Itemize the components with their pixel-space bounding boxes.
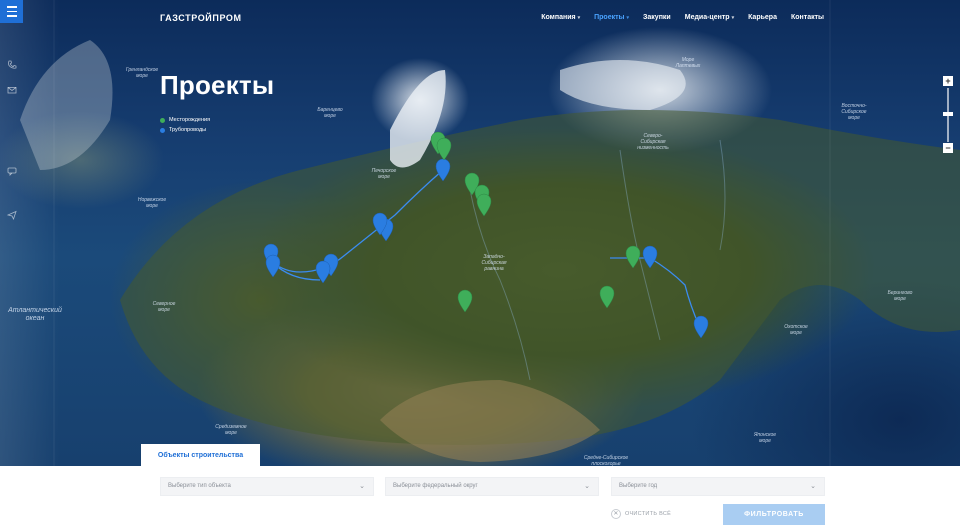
year-select[interactable]: Выберите год ⌄ <box>611 477 825 496</box>
deposit-dot-icon <box>160 117 165 123</box>
sea-label: Северное море <box>152 301 176 313</box>
legend-label: Месторождения <box>169 117 211 123</box>
region-label: Средне-Сибирское плоскогорье <box>583 455 629 466</box>
ocean-label: Атлантический океан <box>8 307 62 322</box>
projects-map[interactable]: Гренландское море Баренцево море Печорское… <box>0 0 960 466</box>
clear-all-label: ОЧИСТИТЬ ВСЁ <box>625 511 672 517</box>
sea-label: Восточно- Сибирское море <box>841 103 867 121</box>
sea-label: Охотское море <box>784 324 808 336</box>
chevron-down-icon: ▾ <box>577 15 581 21</box>
burger-line <box>6 6 17 8</box>
map-legend: Месторождения Трубопроводы <box>160 117 210 137</box>
sea-label: Печорское море <box>371 168 397 180</box>
filter-submit-button[interactable]: ФИЛЬТРОВАТЬ <box>723 504 825 525</box>
site-header: ГАЗСТРОЙПРОМ Компания ▾ Проекты ▾ Закупки … <box>0 0 960 38</box>
nav-label: Закупки <box>643 14 671 21</box>
nav-label: Проекты <box>594 14 625 21</box>
sea-label: Берингово море <box>887 290 913 302</box>
close-icon: ✕ <box>611 509 621 519</box>
sea-label: Японское море <box>753 432 777 444</box>
sea-label: Море Лаптевых <box>675 57 701 69</box>
main-nav: Компания ▾ Проекты ▾ Закупки Медиа-центр ▾ … <box>541 14 824 21</box>
sea-label: Норвежское море <box>137 197 167 209</box>
phone-icon[interactable] <box>7 60 17 70</box>
legend-item-pipelines[interactable]: Трубопроводы <box>160 127 210 133</box>
object-type-select[interactable]: Выберите тип объекта ⌄ <box>160 477 374 496</box>
select-placeholder: Выберите год <box>619 483 658 489</box>
zoom-in-button[interactable]: + <box>943 76 953 86</box>
send-icon[interactable] <box>6 210 17 221</box>
nav-label: Компания <box>541 14 576 21</box>
sea-label: Баренцево море <box>317 107 343 119</box>
burger-line <box>6 15 17 17</box>
logo[interactable]: ГАЗСТРОЙПРОМ <box>160 13 242 23</box>
legend-item-deposits[interactable]: Месторождения <box>160 117 210 123</box>
zoom-out-button[interactable]: − <box>943 143 953 153</box>
clear-all-button[interactable]: ✕ ОЧИСТИТЬ ВСЁ <box>611 509 671 519</box>
nav-contacts[interactable]: Контакты <box>791 14 824 21</box>
sea-label: Средиземное море <box>215 424 247 436</box>
filter-panel: Выберите тип объекта ⌄ Выберите федераль… <box>0 466 960 531</box>
nav-label: Контакты <box>790 14 824 21</box>
select-placeholder: Выберите федеральный округ <box>393 483 478 489</box>
chevron-down-icon: ⌄ <box>359 483 365 490</box>
page-title: Проекты <box>160 70 275 100</box>
tab-construction-objects[interactable]: Объекты строительства <box>141 444 260 466</box>
mail-icon[interactable] <box>7 85 17 95</box>
pipeline-dot-icon <box>160 127 165 133</box>
sea-label: Гренландское море <box>125 67 159 79</box>
nav-company[interactable]: Компания ▾ <box>541 14 580 21</box>
chevron-down-icon: ▾ <box>626 15 630 21</box>
nav-label: Медиа-центр <box>684 14 730 21</box>
burger-line <box>6 10 17 13</box>
region-label: Западно- Сибирская равнина <box>481 254 507 272</box>
menu-burger-button[interactable] <box>0 0 23 23</box>
nav-procurement[interactable]: Закупки <box>643 14 671 21</box>
nav-career[interactable]: Карьера <box>748 14 777 21</box>
nav-projects[interactable]: Проекты ▾ <box>594 14 629 21</box>
zoom-control: + − <box>943 76 953 153</box>
region-label: Северо- Сибирская низменность <box>637 133 669 151</box>
nav-media-center[interactable]: Медиа-центр ▾ <box>685 14 734 21</box>
select-placeholder: Выберите тип объекта <box>168 483 231 489</box>
chevron-down-icon: ⌄ <box>584 483 590 490</box>
nav-label: Карьера <box>748 14 777 21</box>
chat-icon[interactable] <box>7 166 17 176</box>
legend-label: Трубопроводы <box>169 127 207 133</box>
chevron-down-icon: ⌄ <box>810 483 816 490</box>
chevron-down-icon: ▾ <box>731 15 735 21</box>
zoom-slider-thumb[interactable] <box>943 112 953 116</box>
federal-district-select[interactable]: Выберите федеральный округ ⌄ <box>385 477 599 496</box>
